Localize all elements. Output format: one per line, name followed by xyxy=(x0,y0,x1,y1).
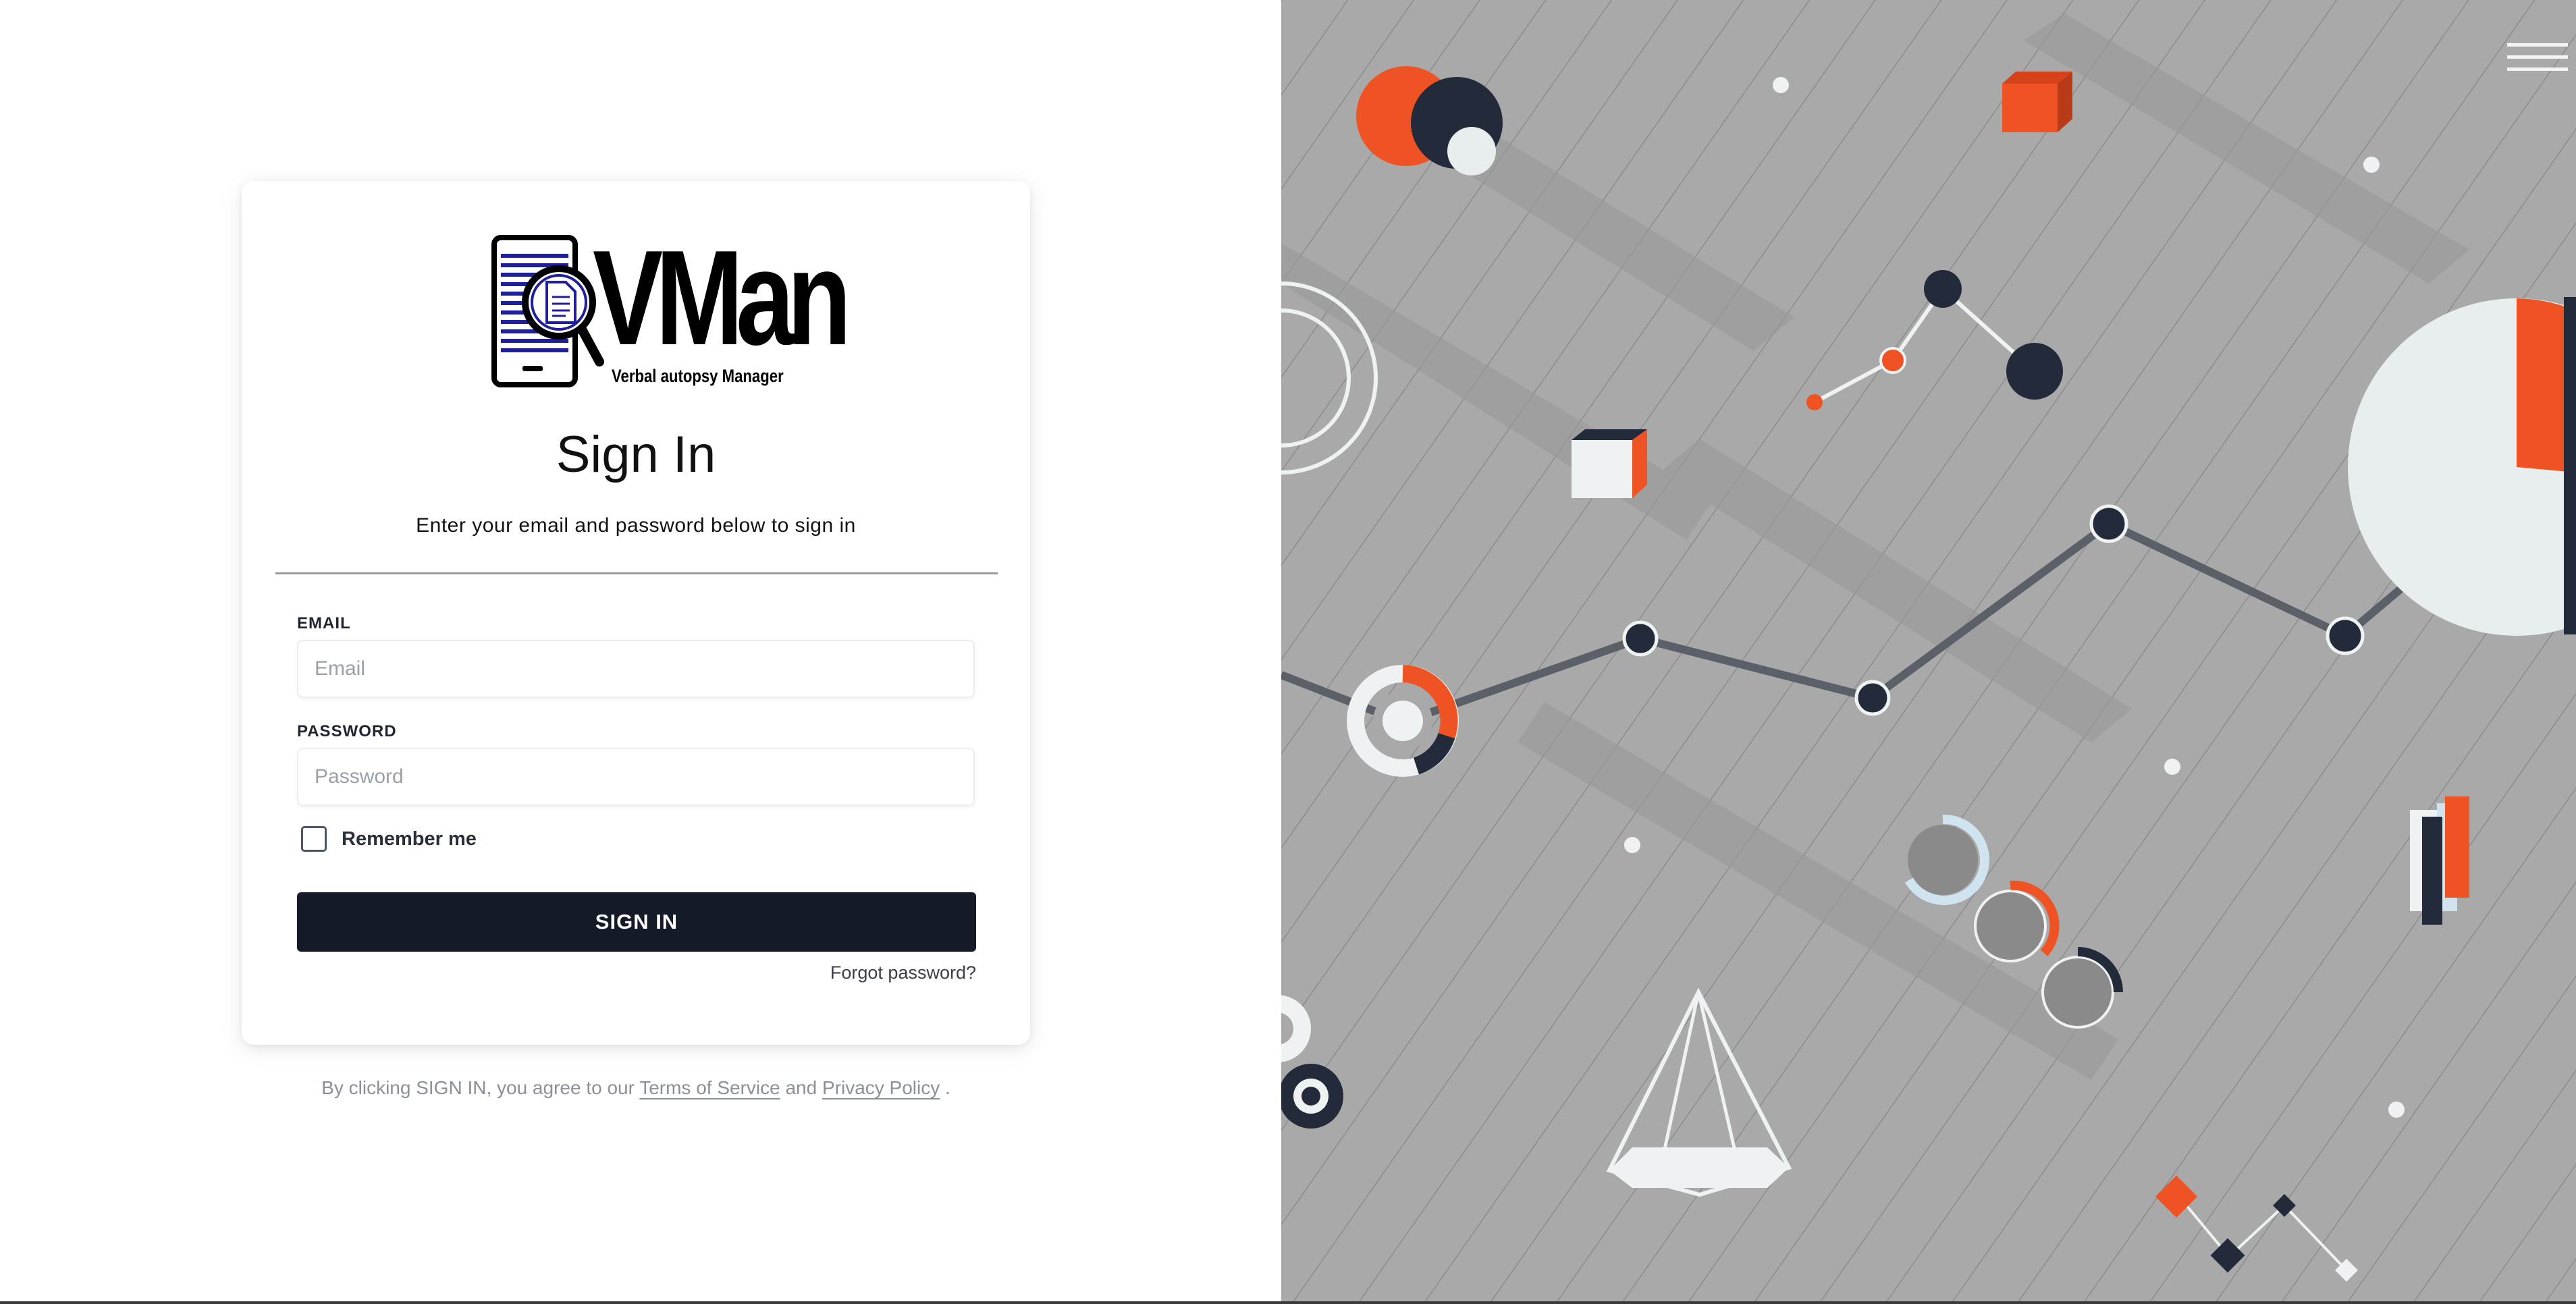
page-subtitle: Enter your email and password below to s… xyxy=(416,514,856,537)
legal-suffix: . xyxy=(945,1077,950,1098)
sign-in-page: VMan Verbal autopsy Manager Sign In Ente… xyxy=(0,0,2576,1304)
app-logo-tagline: Verbal autopsy Manager xyxy=(612,366,784,386)
remember-me-row[interactable]: Remember me xyxy=(301,823,477,854)
sign-in-button[interactable]: SIGN IN xyxy=(297,892,976,952)
app-logo: VMan Verbal autopsy Manager xyxy=(491,231,851,390)
terms-of-service-link[interactable]: Terms of Service xyxy=(639,1077,780,1098)
menu-icon[interactable] xyxy=(2507,40,2568,74)
left-panel: VMan Verbal autopsy Manager Sign In Ente… xyxy=(0,0,1281,1301)
password-field[interactable] xyxy=(297,748,975,806)
forgot-password-link[interactable]: Forgot password? xyxy=(830,962,976,983)
abstract-chart-illustration xyxy=(1281,0,2576,1301)
legal-and: and xyxy=(785,1077,817,1098)
remember-me-checkbox[interactable] xyxy=(301,826,327,852)
legal-prefix: By clicking SIGN IN, you agree to our xyxy=(321,1077,635,1098)
divider xyxy=(275,572,998,574)
remember-me-label[interactable]: Remember me xyxy=(342,828,477,850)
email-field[interactable] xyxy=(297,640,975,698)
sign-in-card: VMan Verbal autopsy Manager Sign In Ente… xyxy=(242,181,1030,1045)
privacy-policy-link[interactable]: Privacy Policy xyxy=(822,1077,940,1098)
window-bottom-edge xyxy=(0,1301,2576,1304)
page-title: Sign In xyxy=(556,426,716,483)
illustration-panel xyxy=(1281,0,2576,1301)
password-label: PASSWORD xyxy=(297,722,397,740)
email-label: EMAIL xyxy=(297,614,351,632)
app-logo-name: VMan xyxy=(593,223,851,373)
legal-notice: By clicking SIGN IN, you agree to our Te… xyxy=(242,1077,1030,1099)
